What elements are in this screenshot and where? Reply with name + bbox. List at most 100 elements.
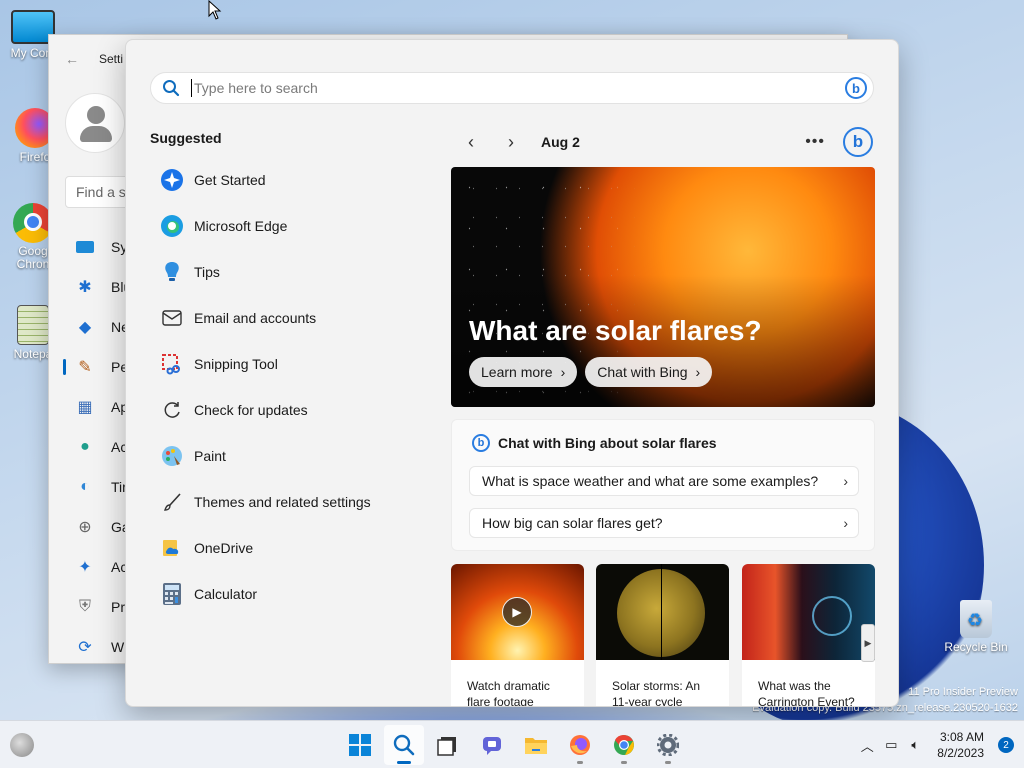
hero-headline: What are solar flares? [469,315,762,346]
onedrive-icon [160,536,184,560]
mail-icon [160,306,184,330]
bing-icon[interactable]: b [845,77,867,99]
settings-nav-system[interactable]: Sys [65,227,134,267]
accessibility-icon: ✦ [78,559,92,576]
teams-chat-button[interactable] [472,725,512,765]
suggested-item-tips[interactable]: Tips [150,249,430,295]
settings-nav-time[interactable]: ◐ Tin [65,467,134,507]
settings-nav-accounts[interactable]: ● Ac [65,427,134,467]
settings-taskbar-button[interactable] [648,725,688,765]
taskbar-search-button[interactable] [384,725,424,765]
scroll-right-button[interactable]: ▶ [861,624,875,662]
brush-icon: ✎ [78,359,92,376]
volume-icon[interactable]: 🔈︎ [903,737,927,753]
caption-line: Watch dramatic [467,679,550,693]
chevron-right-icon: › [843,515,848,531]
chat-card-title: Chat with Bing about solar flares [498,435,717,451]
settings-nav-gaming[interactable]: ⊕ Ga [65,507,134,547]
bing-icon[interactable]: b [843,127,873,157]
suggested-label: Microsoft Edge [194,218,288,234]
weather-icon[interactable] [10,733,34,757]
suggested-item-edge[interactable]: Microsoft Edge [150,203,430,249]
suggested-heading: Suggested [150,130,222,146]
suggested-item-check-updates[interactable]: Check for updates [150,387,430,433]
desktop-icon-recycle-bin[interactable]: ♻ Recycle Bin [940,600,1012,654]
caption-line: Carrington Event? [758,695,855,707]
suggested-item-snipping-tool[interactable]: Snipping Tool [150,341,430,387]
update-icon: ⟳ [78,639,92,656]
search-box[interactable]: b [150,72,874,104]
get-started-icon [160,168,184,192]
chevron-right-icon: › [560,364,566,380]
settings-nav-bluetooth[interactable]: ✱ Blu [65,267,134,307]
clock[interactable]: 3:08 AM 8/2/2023 [937,729,984,761]
suggested-item-themes[interactable]: Themes and related settings [150,479,430,525]
firefox-icon [570,735,590,755]
chat-question-label: What is space weather and what are some … [482,473,819,489]
settings-nav-network[interactable]: ◆ Ne [65,307,134,347]
more-options-icon[interactable]: ••• [805,133,825,151]
thumb-card[interactable]: Solar storms: An 11-year cycle [596,564,729,707]
avatar[interactable] [65,93,125,153]
chevron-right-icon[interactable]: › [491,132,531,153]
suggested-item-paint[interactable]: Paint [150,433,430,479]
file-explorer-button[interactable] [516,725,556,765]
learn-more-label: Learn more [481,364,553,380]
network-icon[interactable]: ▭ [879,737,903,753]
settings-nav-privacy[interactable]: ⛨ Pri [65,587,134,627]
settings-nav-update[interactable]: ⟳ Wi [65,627,134,667]
brush-icon [160,490,184,514]
notification-badge[interactable]: 2 [998,737,1014,753]
chrome-icon [614,734,634,755]
settings-nav-accessibility[interactable]: ✦ Acc [65,547,134,587]
apps-icon: ▦ [77,399,93,416]
caption-line: 11-year cycle [612,695,683,707]
settings-title: Setti [99,52,124,66]
search-panel: b Suggested Get Started Microsoft Edge T… [125,39,899,707]
thumb-caption: Watch dramatic flare footage [451,660,584,706]
chat-with-bing-button[interactable]: Chat with Bing › [585,357,713,387]
system-tray: ︿ ▭ 🔈︎ 3:08 AM 8/2/2023 2 [855,721,1014,768]
chat-question[interactable]: What is space weather and what are some … [469,466,859,496]
chevron-left-icon[interactable]: ‹ [451,132,491,153]
start-button[interactable] [340,725,380,765]
bing-icon: b [472,434,490,452]
windows-icon [349,734,371,756]
suggested-item-email-accounts[interactable]: Email and accounts [150,295,430,341]
paint-icon [160,444,184,468]
search-input[interactable] [191,79,845,97]
suggested-label: Themes and related settings [194,494,371,510]
chevron-right-icon: › [695,364,701,380]
bluetooth-icon: ✱ [78,279,92,296]
play-icon[interactable]: ▶ [502,597,532,627]
chat-question[interactable]: How big can solar flares get? › [469,508,859,538]
notepad-icon [17,305,49,345]
settings-nav: Sys ✱ Blu ◆ Ne ✎ Per ▦ Ap ● Ac ◐ Tin ⊕ Ga ✦ Acc … [62,227,134,667]
thumb-card[interactable]: ▶ Watch dramatic flare footage [451,564,584,706]
settings-nav-apps[interactable]: ▦ Ap [65,387,134,427]
back-arrow-icon[interactable]: ← [65,51,79,67]
suggested-item-calculator[interactable]: Calculator [150,571,430,617]
solar-flare-image: ▶ [451,564,584,660]
caption-line: What was the [758,679,831,693]
learn-more-button[interactable]: Learn more › [469,357,578,387]
chrome-taskbar-button[interactable] [604,725,644,765]
shield-icon: ⛨ [78,598,91,615]
task-view-button[interactable] [428,725,468,765]
chevron-up-icon[interactable]: ︿ [855,736,879,755]
chat-question-label: How big can solar flares get? [482,515,663,531]
sun-image [596,564,729,660]
suggested-label: Get Started [194,172,266,188]
settings-nav-personalization[interactable]: ✎ Per [62,347,134,387]
recycle-bin-icon: ♻ [960,600,992,638]
tips-icon [160,260,184,284]
hero-card[interactable]: What are solar flares? Learn more › Chat … [451,167,875,407]
search-icon [393,734,415,756]
suggested-item-onedrive[interactable]: OneDrive [150,525,430,571]
folder-icon [525,738,547,754]
monitor-icon [75,238,95,256]
thumb-card[interactable]: What was the Carrington Event? [742,564,875,707]
firefox-taskbar-button[interactable] [560,725,600,765]
suggested-item-get-started[interactable]: Get Started [150,157,430,203]
chat-icon [483,737,501,755]
